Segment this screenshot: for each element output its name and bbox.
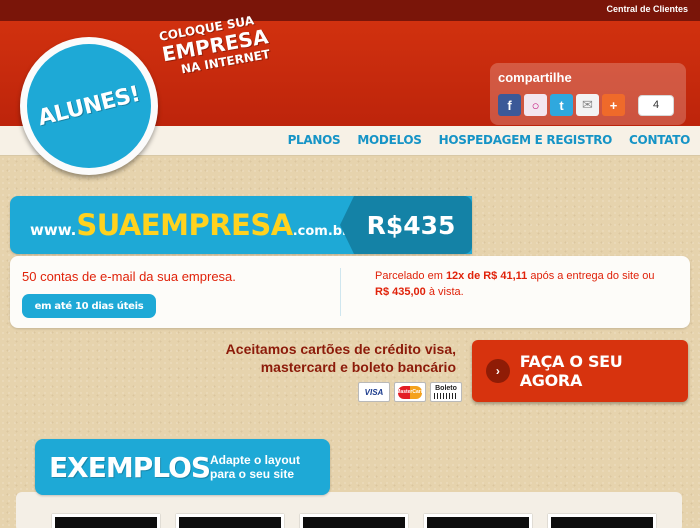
share-icons: f ○ t ✉ + — [498, 94, 625, 116]
visa-card-icon: VISA — [358, 382, 390, 402]
boleto-icon: Boleto — [430, 382, 462, 402]
delivery-badge: em até 10 dias úteis — [22, 294, 156, 318]
orkut-icon[interactable]: ○ — [524, 94, 547, 116]
boleto-label: Boleto — [435, 385, 457, 392]
payment-card-logos: VISA MasterCard Boleto — [358, 382, 462, 402]
logo-text: ALUNES! — [35, 81, 143, 131]
share-title: compartilhe — [498, 70, 572, 85]
logo-badge: ALUNES! — [27, 44, 151, 168]
share-count: 4 — [638, 95, 674, 116]
domain-www: www. — [30, 221, 77, 239]
facebook-icon[interactable]: f — [498, 94, 521, 116]
examples-panel — [16, 492, 682, 528]
examples-header: EXEMPLOS Adapte o layout para o seu site — [35, 439, 330, 495]
nav-item-planos[interactable]: PLANOS — [288, 133, 341, 147]
main-nav: PLANOS MODELOS HOSPEDAGEM E REGISTRO CON… — [288, 133, 691, 147]
installments-prefix: Parcelado em — [375, 270, 446, 282]
example-thumbnail[interactable] — [548, 514, 656, 528]
email-accounts-text: 50 contas de e-mail da sua empresa. — [22, 269, 236, 284]
cash-suffix: à vista. — [425, 286, 464, 298]
mastercard-label: MasterCard — [396, 385, 424, 399]
email-icon[interactable]: ✉ — [576, 94, 599, 116]
mastercard-icon: MasterCard — [394, 382, 426, 402]
domain-tld: .com.br — [292, 224, 349, 239]
example-thumbnails — [52, 514, 656, 528]
nav-item-modelos[interactable]: MODELOS — [357, 133, 422, 147]
domain-text: www.SUAEMPRESA.com.br — [30, 208, 348, 242]
logo[interactable]: ALUNES! — [20, 37, 158, 175]
payment-terms: Parcelado em 12x de R$ 41,11 após a entr… — [375, 268, 675, 300]
example-thumbnail[interactable] — [300, 514, 408, 528]
examples-title: EXEMPLOS — [49, 451, 211, 484]
share-box: compartilhe f ○ t ✉ + 4 — [490, 63, 686, 125]
top-strip: Central de Clientes — [0, 0, 700, 21]
addthis-plus-icon[interactable]: + — [602, 94, 625, 116]
info-divider — [340, 268, 341, 316]
nav-item-hospedagem[interactable]: HOSPEDAGEM E REGISTRO — [439, 133, 613, 147]
price-tag: R$435 — [340, 196, 472, 254]
payment-line2: mastercard e boleto bancário — [260, 359, 456, 375]
order-now-button[interactable]: › FAÇA O SEU AGORA — [472, 340, 688, 402]
examples-subtitle: Adapte o layout para o seu site — [210, 453, 301, 481]
domain-banner: www.SUAEMPRESA.com.br R$435 — [10, 196, 472, 254]
arrow-right-icon: › — [486, 359, 510, 383]
plan-info-card: 50 contas de e-mail da sua empresa. em a… — [10, 256, 690, 328]
twitter-icon[interactable]: t — [550, 94, 573, 116]
barcode-icon — [434, 393, 458, 399]
domain-name: SUAEMPRESA — [76, 208, 293, 242]
example-thumbnail[interactable] — [176, 514, 284, 528]
installments-value: 12x de R$ 41,11 — [445, 270, 528, 282]
installments-suffix: após a entrega do site ou — [527, 270, 655, 282]
payment-line1: Aceitamos cartões de crédito visa, — [225, 341, 456, 357]
cash-price: R$ 435,00 — [375, 286, 426, 298]
order-now-label: FAÇA O SEU AGORA — [519, 352, 623, 390]
example-thumbnail[interactable] — [52, 514, 160, 528]
example-thumbnail[interactable] — [424, 514, 532, 528]
payment-methods-text: Aceitamos cartões de crédito visa, maste… — [210, 340, 456, 376]
client-area-link[interactable]: Central de Clientes — [606, 4, 688, 14]
nav-item-contato[interactable]: CONTATO — [629, 133, 690, 147]
